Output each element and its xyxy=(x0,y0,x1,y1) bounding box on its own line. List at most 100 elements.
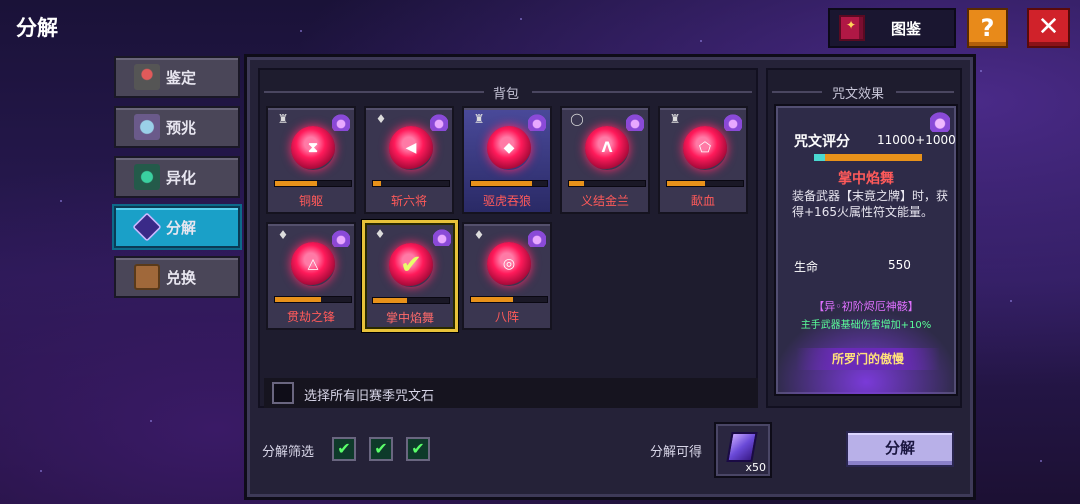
obtain-label: 分解可得 xyxy=(650,445,703,460)
flame-icon xyxy=(430,111,448,131)
select-all-label: 选择所有旧赛季咒文石 xyxy=(304,389,435,404)
progress-bar xyxy=(568,180,646,187)
tab-label: 预兆 xyxy=(166,118,197,137)
grade-icon: ♦ xyxy=(374,227,386,241)
flame-icon xyxy=(626,111,644,131)
side-tabs: 鉴定 预兆 异化 分解 兑换 xyxy=(114,56,240,306)
divider xyxy=(532,91,752,93)
flame-icon xyxy=(528,111,546,131)
score-bar xyxy=(814,154,922,161)
rune-item[interactable]: ♦ △ 贯劫之锋 xyxy=(266,222,356,330)
rune-orb-icon: ⬠ xyxy=(683,126,727,170)
effect-title: 咒文效果 xyxy=(832,87,885,102)
obtain-item-slot[interactable]: x50 xyxy=(714,422,772,478)
grade-icon: ♦ xyxy=(375,112,387,126)
flame-icon xyxy=(724,111,742,131)
rune-item[interactable]: ♦ ◎ 八阵 xyxy=(462,222,552,330)
rune-name: 驱虎吞狼 xyxy=(482,194,531,208)
rune-name: 八阵 xyxy=(494,310,519,324)
filter-checkbox[interactable]: ✔ xyxy=(369,437,393,461)
tab-exchange[interactable]: 兑换 xyxy=(114,256,240,298)
grade-icon: ◯ xyxy=(570,112,584,126)
set-bonus: 主手武器基础伤害增加+10% xyxy=(800,320,932,331)
rune-name: 贯劫之锋 xyxy=(286,310,335,324)
bag-title: 背包 xyxy=(493,87,520,102)
exchange-chest-icon xyxy=(134,264,160,290)
grade-icon: ♦ xyxy=(277,228,289,242)
rune-orb-icon: ◀ xyxy=(389,126,433,170)
rune-name: 铜躯 xyxy=(298,194,323,208)
progress-bar xyxy=(666,180,744,187)
divider xyxy=(772,91,822,93)
progress-bar xyxy=(372,297,450,304)
rune-orb-icon: △ xyxy=(291,242,335,286)
atlas-button-label: 图鉴 xyxy=(891,19,922,38)
tab-omen[interactable]: 预兆 xyxy=(114,106,240,148)
flame-icon xyxy=(930,108,950,132)
tab-label: 异化 xyxy=(166,168,197,187)
grade-icon: ♦ xyxy=(473,228,485,242)
progress-bar xyxy=(372,180,450,187)
select-all-checkbox[interactable] xyxy=(272,382,294,404)
rune-item[interactable]: ♜ ◆ 驱虎吞狼 xyxy=(462,106,552,214)
crystal-fragment-icon xyxy=(726,432,758,462)
flame-icon xyxy=(332,227,350,247)
flame-icon xyxy=(528,227,546,247)
rune-orb-icon: ◆ xyxy=(487,126,531,170)
rune-orb-icon: ◎ xyxy=(487,242,531,286)
tab-label: 鉴定 xyxy=(166,68,197,87)
score-value: 11000+1000 xyxy=(877,133,956,147)
divider xyxy=(264,91,484,93)
mutation-icon xyxy=(134,164,160,190)
rune-item[interactable]: ◯ ᐱ 义结金兰 xyxy=(560,106,650,214)
tab-label: 分解 xyxy=(166,218,197,237)
select-all-row: 选择所有旧赛季咒文石 xyxy=(264,378,758,408)
grade-icon: ♜ xyxy=(473,112,485,126)
rune-item[interactable]: ♜ ⧗ 铜躯 xyxy=(266,106,356,214)
atlas-book-icon xyxy=(839,15,865,41)
progress-bar xyxy=(470,296,548,303)
stat-value: 550 xyxy=(888,258,911,272)
rune-item-selected[interactable]: ♦ ✔ 掌中焰舞 xyxy=(362,220,458,332)
set-name: 【异◦初阶烬厄神骸】 xyxy=(813,300,919,313)
set-banner[interactable]: 所罗门的傲慢 xyxy=(796,348,940,370)
decompose-button[interactable]: 分解 xyxy=(846,431,954,467)
page-title: 分解 xyxy=(16,16,58,40)
close-button[interactable]: ✕ xyxy=(1027,8,1070,48)
rune-detail-name: 掌中焰舞 xyxy=(838,171,894,187)
rune-orb-icon: ᐱ xyxy=(585,126,629,170)
appraise-icon xyxy=(134,64,160,90)
progress-bar xyxy=(274,180,352,187)
flame-icon xyxy=(332,111,350,131)
obtain-quantity: x50 xyxy=(745,461,766,474)
rune-description: 装备武器【末竟之牌】时，获得+165火属性符文能量。 xyxy=(792,189,949,219)
filter-label: 分解筛选 xyxy=(262,445,315,460)
score-label: 咒文评分 xyxy=(794,134,850,150)
tab-decompose[interactable]: 分解 xyxy=(114,206,240,248)
rune-detail-card: 咒文评分 11000+1000 掌中焰舞 装备武器【末竟之牌】时，获得+165火… xyxy=(774,104,958,396)
rune-item[interactable]: ♦ ◀ 斩六将 xyxy=(364,106,454,214)
stat-name: 生命 xyxy=(794,260,819,274)
progress-bar xyxy=(470,180,548,187)
flame-icon xyxy=(433,226,451,246)
check-icon: ✔ xyxy=(389,243,433,287)
grade-icon: ♜ xyxy=(277,112,289,126)
atlas-button[interactable]: 图鉴 xyxy=(828,8,956,48)
rune-name: 歃血 xyxy=(690,194,715,208)
rune-name: 掌中焰舞 xyxy=(385,311,434,325)
tab-appraise[interactable]: 鉴定 xyxy=(114,56,240,98)
progress-bar xyxy=(274,296,352,303)
filter-checkbox[interactable]: ✔ xyxy=(406,437,430,461)
rune-name: 斩六将 xyxy=(390,194,427,208)
rune-name: 义结金兰 xyxy=(580,194,629,208)
divider xyxy=(896,91,954,93)
rune-item[interactable]: ♜ ⬠ 歃血 xyxy=(658,106,748,214)
tab-mutation[interactable]: 异化 xyxy=(114,156,240,198)
help-button[interactable]: ? xyxy=(967,8,1008,48)
rune-orb-icon: ⧗ xyxy=(291,126,335,170)
tab-label: 兑换 xyxy=(166,268,197,287)
omen-orb-icon xyxy=(134,114,160,140)
decompose-crystal-icon xyxy=(132,212,162,242)
filter-checkbox[interactable]: ✔ xyxy=(332,437,356,461)
grade-icon: ♜ xyxy=(669,112,681,126)
